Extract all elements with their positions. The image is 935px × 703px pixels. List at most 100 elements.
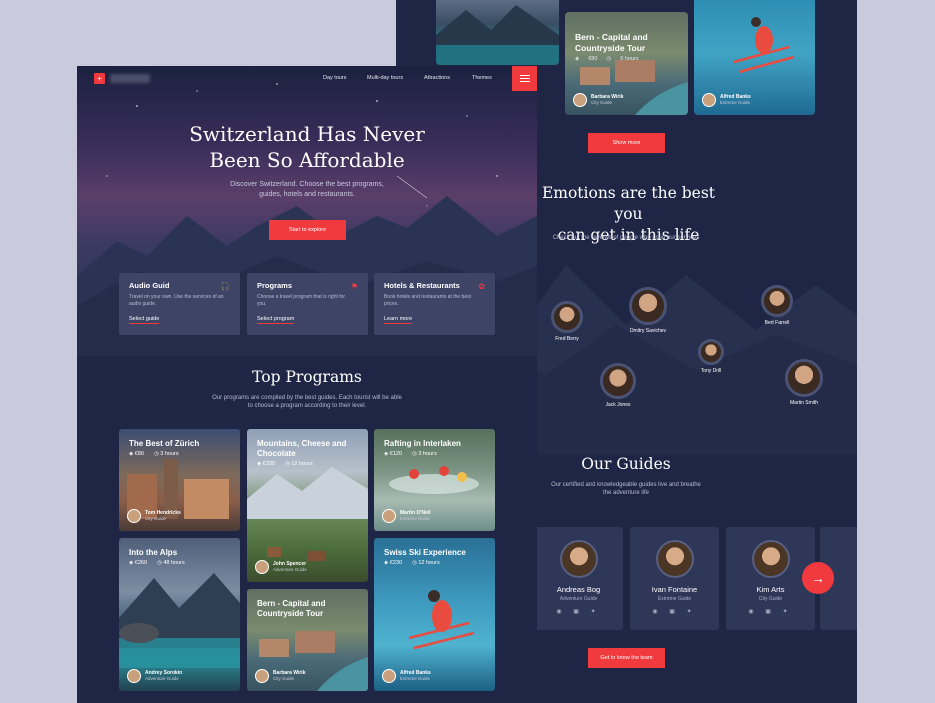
ski-card-guide: Alfred Banks Extreme Guide [702,93,751,107]
face [554,304,580,330]
bern-card-meta: ◈ €80 ◷ 6 hours [575,56,639,62]
program-duration: 12 hours [291,461,313,467]
reviewer-name: Dmitry Savichev [629,328,667,334]
hotel-icon: ✿ [478,282,485,291]
reviewer-avatar [761,285,793,317]
guide-name: Ivan Fontaine [651,585,698,594]
learn-more-link[interactable]: Learn more [384,316,413,324]
logo[interactable]: + [94,73,105,84]
reviewer-dmitry-savichev[interactable]: Dmitry Savichev [618,287,678,334]
avatar [559,540,598,578]
avatar [382,669,396,683]
select-guide-link[interactable]: Select guide [129,316,160,324]
program-card-bern[interactable]: Bern - Capital and Countryside Tour Barb… [247,589,368,691]
program-title: Swiss Ski Experience [384,548,466,557]
program-title: Into the Alps [129,548,178,557]
guide-role: City Guide [758,596,783,602]
team-button[interactable]: Get to know the team [588,648,665,668]
guide-role: Extreme Guide [400,516,431,521]
face [764,288,790,314]
feature-title: Programs [257,281,293,290]
guide-role: Extreme Guide [400,676,431,681]
program-card-into-the-alps[interactable]: Into the Alps ◈ €260 ◷ 48 hours Andrey S… [119,538,240,691]
clock-icon: ◷ 12 hours [285,461,313,467]
avatar [573,93,587,107]
guide-card-andreas-bog[interactable]: Andreas Bog Adventure Guide ◉ ▣ ✦ [534,527,623,630]
face [701,342,721,362]
nav-link-multi-day-tours[interactable]: Multi-day tours [367,75,403,81]
reviewer-avatar [629,287,667,325]
face [603,366,633,396]
reviewer-fred-berry[interactable]: Fred Berry [537,301,597,342]
program-guide: John Spencer Adventure Guide [255,560,307,574]
program-card-bern[interactable]: Bern - Capital and Countryside Tour ◈ €80… [565,12,688,115]
mountain-lake-image [436,5,559,65]
headphones-icon: 🎧 [220,282,230,291]
program-card-mountains-cheese[interactable]: Mountains, Cheese and Chocolate ◈ €200 ◷… [247,429,368,582]
feature-programs[interactable]: Programs ⚑ Choose a travel program that … [247,273,368,335]
guide-role: Extreme Guide [657,596,692,602]
reviewer-martin-smith[interactable]: Martin Smith [774,359,834,406]
program-title: The Best of Zürich [129,439,200,448]
avatar [382,509,396,523]
guide-role: Adventure Guide [273,567,307,572]
feature-hotels[interactable]: Hotels & Restaurants ✿ Book hotels and r… [374,273,495,335]
program-card-ski[interactable]: Alfred Banks Extreme Guide [694,0,815,115]
program-title: Rafting in Interlaken [384,439,461,448]
program-price: €80 [134,451,144,457]
show-more-button[interactable]: Show more [588,133,665,153]
program-duration: 3 hours [418,451,437,457]
hamburger-icon[interactable] [512,66,537,91]
clock-icon: ◷ [606,56,612,62]
program-title: Bern - Capital and Countryside Tour [257,599,326,618]
social-icons[interactable]: ◉ ▣ ✦ [726,608,815,615]
nav-link-attractions[interactable]: Attractions [424,75,450,81]
avatar [255,560,269,574]
program-meta: ◈ €200 ◷ 12 hours [257,461,313,467]
program-guide: Martin O'Neil Extreme Guide [382,509,431,523]
guide-role: Adventure Guide [145,676,179,681]
clock-icon: ◷ 12 hours [412,560,440,566]
reviewer-tony-drill[interactable]: Tony Drill [681,339,741,374]
select-program-link[interactable]: Select program [257,316,295,324]
feature-audio-guide[interactable]: Audio Guid 🎧 Travel on your own. Use the… [119,273,240,335]
price-tag-icon: ◈ €200 [257,461,276,467]
hero-section: + Day tours Multi-day tours Attractions … [77,66,537,356]
program-price: €120 [389,451,403,457]
program-duration: 3 hours [160,451,179,457]
price-tag-icon: ◈ €260 [129,560,148,566]
price-tag-icon: ◈ €80 [129,451,144,457]
price-tag-icon: ◈ €230 [384,560,403,566]
reviewer-name: Bert Farrell [764,320,790,326]
program-price: €260 [134,560,148,566]
signpost-icon: ⚑ [350,282,358,291]
reviewer-name: Martin Smith [789,400,819,406]
avatar [127,669,141,683]
reviewer-jack-jones[interactable]: Jack Jones [588,363,648,408]
reviewer-bert-farrell[interactable]: Bert Farrell [747,285,807,326]
nav-link-day-tours[interactable]: Day tours [323,75,347,81]
top-programs-subtitle: Our programs are compiled by the best gu… [212,395,402,409]
main-page: + Day tours Multi-day tours Attractions … [77,66,537,703]
social-icons[interactable]: ◉ ▣ ✦ [630,608,719,615]
program-duration: 12 hours [418,560,440,566]
program-guide: Andrey Sorokin Adventure Guide [127,669,182,683]
program-guide: Alfred Banks Extreme Guide [382,669,431,683]
social-icons[interactable]: ◉ ▣ ✦ [534,608,623,615]
program-card-ski[interactable]: Swiss Ski Experience ◈ €230 ◷ 12 hours A… [374,538,495,691]
program-card-mountain-lake[interactable] [436,0,559,65]
start-explore-button[interactable]: Start to explore [269,220,346,240]
next-arrow-button[interactable]: → [802,562,834,594]
bern-card-duration: 6 hours [620,56,639,62]
program-card-rafting[interactable]: Rafting in Interlaken ◈ €120 ◷ 3 hours M… [374,429,495,531]
logo-wordmark [110,74,150,83]
feature-desc: Choose a travel program that is right fo… [257,294,346,307]
program-price: €230 [389,560,403,566]
hero-title-line1: Switzerland Has Never [189,122,425,146]
program-card-zurich[interactable]: The Best of Zürich ◈ €80 ◷ 3 hours Tom H… [119,429,240,531]
nav-link-themes[interactable]: Themes [472,75,492,81]
guide-role: City Guide [591,100,613,105]
emotions-subtitle: Check out the reviews of people who used… [552,235,700,241]
guide-card-ivan-fontaine[interactable]: Ivan Fontaine Extreme Guide ◉ ▣ ✦ [630,527,719,630]
reviewer-avatar [785,359,823,397]
